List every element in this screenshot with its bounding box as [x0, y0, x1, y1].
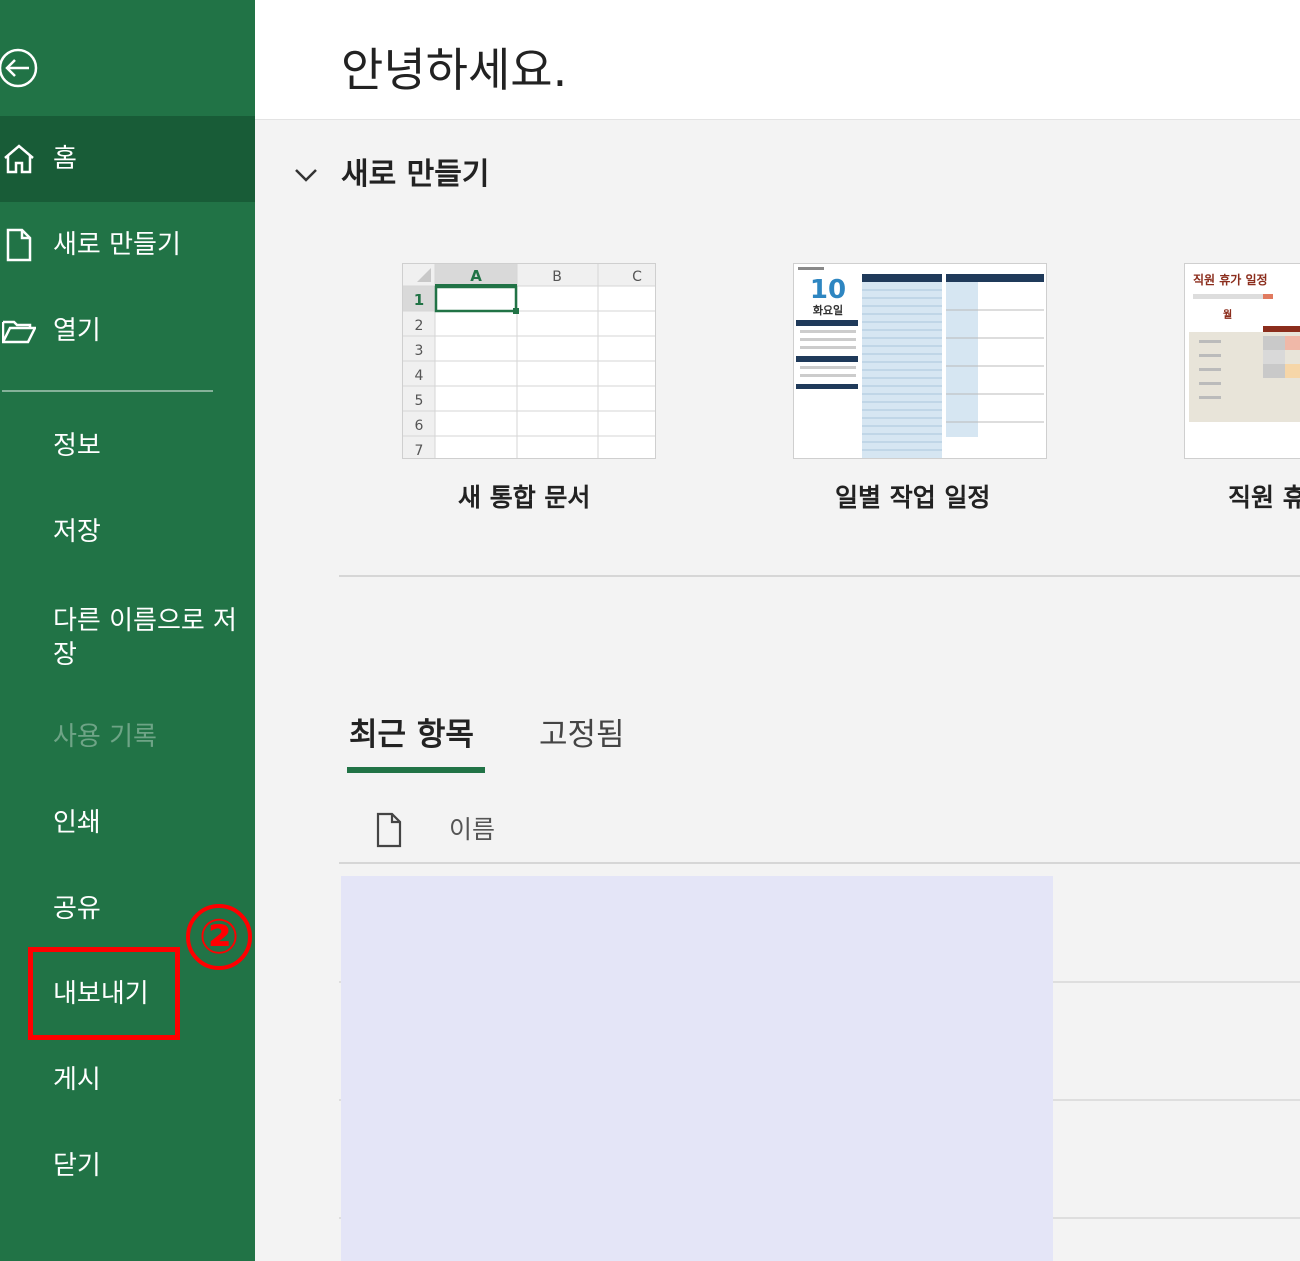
recent-files-list	[339, 864, 1300, 1261]
back-arrow-icon	[0, 48, 38, 88]
column-header-a: A	[470, 267, 482, 285]
menu-publish[interactable]: 게시	[0, 1043, 255, 1123]
row-header-4: 4	[415, 368, 424, 384]
template-name: 새 통합 문서	[458, 483, 591, 512]
menu-print-label: 인쇄	[53, 808, 101, 838]
vacation-title: 직원 휴가 일정	[1193, 272, 1268, 287]
row-header-3: 3	[415, 343, 424, 359]
nav-open[interactable]: 열기	[0, 288, 255, 374]
nav-new-label: 새로 만들기	[53, 230, 181, 260]
menu-history: 사용 기록	[0, 700, 255, 780]
new-section-title: 새로 만들기	[341, 157, 490, 192]
chevron-down-icon[interactable]	[293, 160, 319, 190]
schedule-preview: 10 화요일	[794, 264, 1046, 458]
nav-open-label: 열기	[53, 316, 101, 346]
nav-home-label: 홈	[53, 144, 77, 174]
menu-save[interactable]: 저장	[0, 495, 255, 575]
annotation-highlight-box	[28, 947, 180, 1040]
menu-close[interactable]: 닫기	[0, 1129, 255, 1209]
back-button[interactable]	[0, 44, 40, 92]
vacation-month: 월	[1223, 309, 1232, 321]
menu-info[interactable]: 정보	[0, 409, 255, 489]
greeting-text: 안녕하세요.	[341, 43, 568, 97]
redacted-file-area[interactable]	[341, 876, 1053, 1261]
column-header-b: B	[552, 269, 562, 285]
backstage-sidebar: 홈 새로 만들기 열기 정보 저장 다른 이름으로 저장 사용 기록 인쇄 공유…	[0, 0, 255, 1261]
row-header-5: 5	[415, 393, 424, 409]
menu-close-label: 닫기	[53, 1151, 101, 1181]
tab-recent[interactable]: 최근 항목	[349, 714, 474, 756]
nav-home[interactable]: 홈	[0, 116, 255, 202]
annotation-step-marker: ②	[186, 904, 252, 970]
spreadsheet-grid: A B C 1 2 3 4 5 6 7	[403, 264, 655, 459]
menu-history-label: 사용 기록	[53, 722, 157, 752]
greeting-bar: 안녕하세요.	[255, 0, 1300, 120]
menu-print[interactable]: 인쇄	[0, 786, 255, 866]
home-icon	[4, 144, 34, 174]
row-header-1: 1	[414, 291, 424, 309]
template-name: 일별 작업 일정	[835, 483, 991, 512]
menu-share-label: 공유	[53, 894, 101, 924]
section-divider	[339, 575, 1300, 577]
row-header-6: 6	[415, 418, 424, 434]
column-header-name[interactable]: 이름	[449, 814, 495, 846]
template-thumbnail: A B C 1 2 3 4 5 6 7	[402, 263, 656, 459]
template-name: 직원 휴	[1228, 483, 1300, 512]
new-document-icon	[6, 228, 32, 262]
menu-save-as[interactable]: 다른 이름으로 저장	[0, 600, 255, 680]
file-icon	[376, 812, 402, 848]
menu-info-label: 정보	[53, 431, 101, 461]
tab-recent-underline	[347, 767, 485, 773]
schedule-day: 화요일	[813, 303, 843, 317]
vacation-preview: 직원 휴가 일정 월	[1185, 264, 1300, 458]
row-header-2: 2	[415, 318, 424, 334]
menu-save-as-label: 다른 이름으로 저장	[53, 606, 237, 670]
schedule-big-number: 10	[810, 275, 846, 305]
open-folder-icon	[2, 320, 36, 344]
sidebar-divider	[2, 390, 213, 392]
backstage-main: 안녕하세요. 새로 만들기 A B C 1 2 3 4 5 6 7 새 통합 문…	[255, 0, 1300, 1261]
row-header-7: 7	[415, 443, 424, 459]
menu-publish-label: 게시	[53, 1065, 101, 1095]
column-header-c: C	[632, 269, 642, 285]
template-thumbnail: 10 화요일	[793, 263, 1047, 459]
nav-new[interactable]: 새로 만들기	[0, 202, 255, 288]
menu-save-label: 저장	[53, 517, 101, 547]
tab-pinned[interactable]: 고정됨	[539, 714, 625, 756]
template-thumbnail: 직원 휴가 일정 월	[1184, 263, 1300, 459]
